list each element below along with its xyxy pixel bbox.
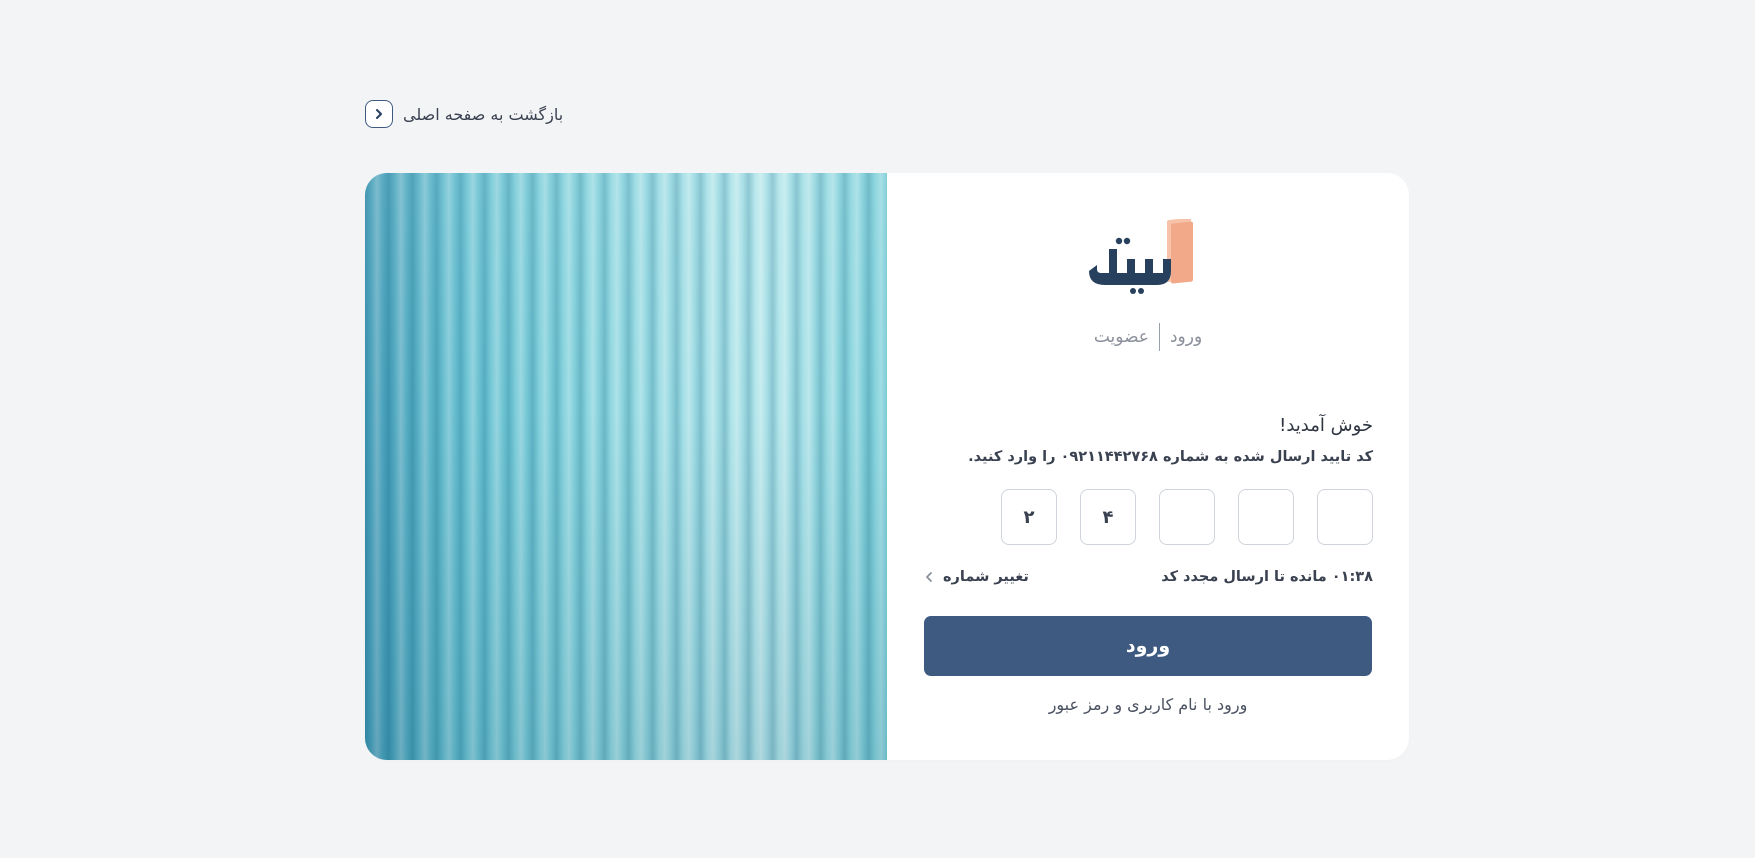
chevron-left-icon xyxy=(926,572,932,582)
change-number-label[interactable]: تغییر شماره xyxy=(943,569,1029,585)
verification-instruction: کد تایید ارسال شده به شماره ۰۹۲۱۱۴۴۲۷۶۸ … xyxy=(968,449,1373,465)
tab-divider xyxy=(1158,323,1160,351)
talenti-logo xyxy=(1089,219,1193,294)
otp-digit-2[interactable] xyxy=(1238,489,1294,545)
resend-row: ۰۱:۳۸ مانده تا ارسال مجدد کد تغییر شماره xyxy=(923,569,1373,585)
login-button[interactable]: ورود xyxy=(924,616,1372,676)
otp-digit-5[interactable]: ۲ xyxy=(1001,489,1057,545)
resend-timer: ۰۱:۳۸ مانده تا ارسال مجدد کد xyxy=(1161,569,1373,585)
verification-form: ورود عضویت خوش آمدید! کد تایید ارسال شده… xyxy=(887,173,1409,760)
otp-digit-4[interactable]: ۴ xyxy=(1080,489,1136,545)
username-password-login-link[interactable]: ورود با نام کاربری و رمز عبور xyxy=(887,695,1409,714)
otp-input-group: ۴ ۲ xyxy=(1001,489,1373,545)
back-label[interactable]: بازگشت به صفحه اصلی xyxy=(403,105,563,124)
auth-tabs: ورود عضویت xyxy=(887,323,1409,351)
otp-digit-3[interactable] xyxy=(1159,489,1215,545)
welcome-heading: خوش آمدید! xyxy=(1279,415,1373,436)
otp-digit-1[interactable] xyxy=(1317,489,1373,545)
change-number-link[interactable]: تغییر شماره xyxy=(923,569,1029,585)
tab-login[interactable]: ورود xyxy=(1170,327,1202,347)
chevron-right-icon[interactable] xyxy=(365,100,393,128)
auth-card: ورود عضویت خوش آمدید! کد تایید ارسال شده… xyxy=(365,173,1409,760)
back-to-home-link[interactable]: بازگشت به صفحه اصلی xyxy=(365,100,563,128)
hero-image xyxy=(365,173,887,760)
tab-signup[interactable]: عضویت xyxy=(1094,327,1149,347)
